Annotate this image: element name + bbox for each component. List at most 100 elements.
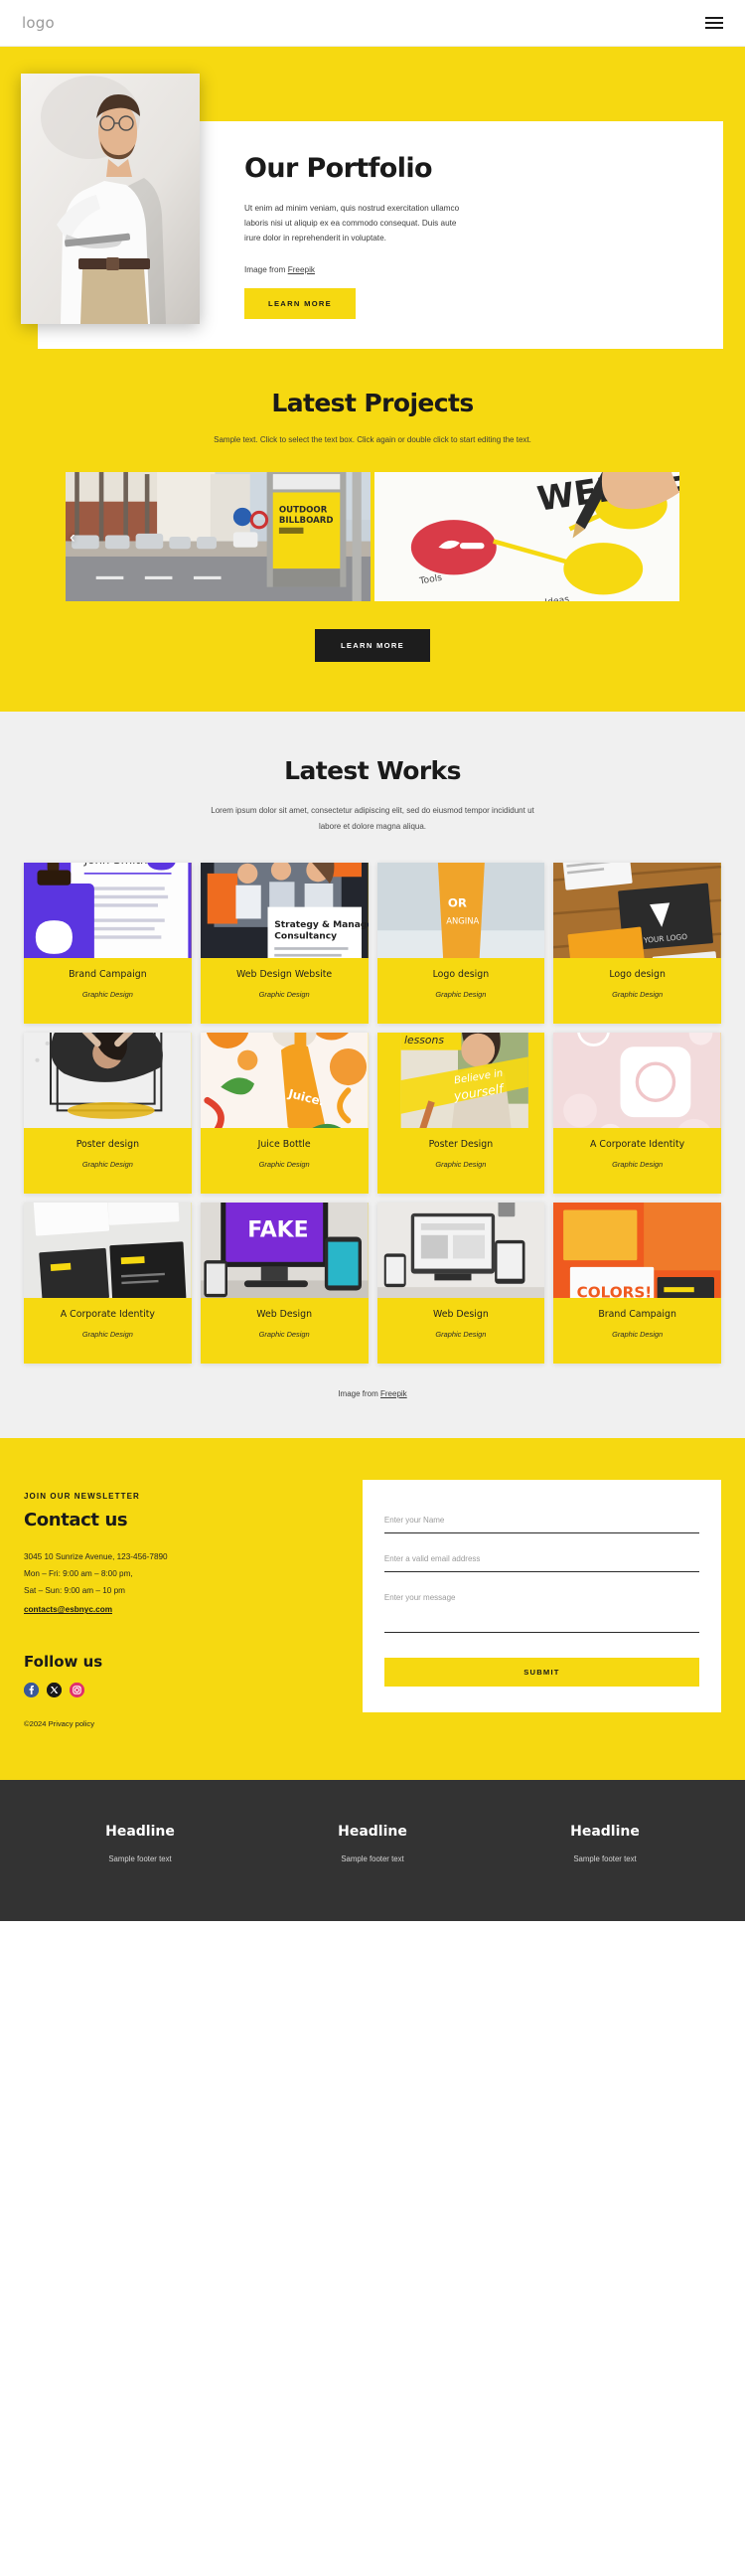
- work-card-body: Web Design Graphic Design: [377, 1298, 545, 1364]
- work-card-body: Logo design Graphic Design: [553, 958, 721, 1024]
- work-card[interactable]: MUSIC Poster design Graphic Design: [24, 1032, 192, 1194]
- hamburger-menu-icon[interactable]: [705, 14, 723, 32]
- credit-link[interactable]: Freepik: [288, 265, 315, 274]
- work-card-body: Web Design Website Graphic Design: [201, 958, 369, 1024]
- work-thumbnail: COLORS! ORS!: [553, 1202, 721, 1298]
- contact-info: JOIN OUR NEWSLETTER Contact us 3045 10 S…: [24, 1480, 345, 1729]
- work-card-title: Web Design: [432, 1308, 489, 1320]
- work-card-title: Poster design: [75, 1138, 140, 1150]
- svg-text:Consultancy: Consultancy: [274, 931, 337, 941]
- work-card-body: A Corporate Identity Graphic Design: [553, 1128, 721, 1194]
- work-card-meta: Graphic Design: [612, 1330, 664, 1340]
- credit-prefix: Image from: [338, 1388, 380, 1398]
- work-thumbnail: Juice.: [200, 1032, 369, 1128]
- contact-hours-weekend: Sat – Sun: 9:00 am – 10 pm: [24, 1585, 125, 1595]
- work-card[interactable]: A Corporate Identity Graphic Design: [24, 1202, 192, 1364]
- svg-text:Strategy & Manageme: Strategy & Manageme: [274, 919, 369, 929]
- svg-text:OUTDOOR: OUTDOOR: [279, 505, 328, 515]
- work-card-body: Poster design Graphic Design: [24, 1128, 192, 1194]
- work-card-meta: Graphic Design: [258, 1160, 310, 1170]
- instagram-icon[interactable]: [70, 1683, 84, 1698]
- work-card-meta: Graphic Design: [612, 1160, 664, 1170]
- credit-link[interactable]: Freepik: [380, 1389, 407, 1398]
- work-card-meta: Graphic Design: [81, 1330, 133, 1340]
- email-input[interactable]: [383, 1547, 699, 1572]
- latest-projects-title: Latest Projects: [271, 388, 474, 417]
- projects-carousel: ‹ OUTDOOR BILLBOARD WEB Tools Ideas: [0, 471, 745, 601]
- work-card-title: Web Design Website: [236, 968, 333, 980]
- work-card-body: A Corporate Identity Graphic Design: [24, 1298, 192, 1364]
- footer-text: Sample footer text: [573, 1854, 637, 1864]
- message-input[interactable]: [383, 1586, 699, 1633]
- work-card-meta: Graphic Design: [81, 990, 133, 1000]
- footer-headline: Headline: [338, 1824, 407, 1841]
- latest-works-subtitle: Lorem ipsum dolor sit amet, consectetur …: [211, 805, 534, 831]
- work-thumbnail: John Smith Book Cover: [24, 862, 192, 958]
- work-card[interactable]: A Corporate Identity Graphic Design: [553, 1032, 721, 1194]
- contact-hours-weekday: Mon – Fri: 9:00 am – 8:00 pm,: [24, 1568, 133, 1578]
- copyright-text: ©2024 Privacy policy: [24, 1719, 95, 1729]
- work-card[interactable]: YOUR LOGO Logo design Graphic Design: [553, 862, 721, 1024]
- site-footer: Headline Sample footer text Headline Sam…: [0, 1780, 745, 1922]
- work-card[interactable]: FAKE Web Design Graphic Design: [200, 1202, 369, 1364]
- work-card[interactable]: OR ANGINA Logo design Graphic Design: [376, 862, 545, 1024]
- work-card-meta: Graphic Design: [81, 1160, 133, 1170]
- contact-email-link[interactable]: contacts@esbnyc.com: [24, 1605, 112, 1614]
- site-logo[interactable]: logo: [22, 14, 55, 32]
- work-card[interactable]: Web Design Graphic Design: [376, 1202, 545, 1364]
- hero-learn-more-button[interactable]: LEARN MORE: [244, 287, 357, 319]
- hero-portrait-image: [21, 74, 200, 324]
- work-card-body: Brand Campaign Graphic Design: [553, 1298, 721, 1364]
- newsletter-eyebrow: JOIN OUR NEWSLETTER: [24, 1491, 140, 1501]
- footer-headline: Headline: [570, 1824, 640, 1841]
- carousel-prev-arrow-icon[interactable]: ‹: [70, 528, 75, 545]
- contact-form: SUBMIT: [362, 1479, 721, 1712]
- projects-learn-more-button[interactable]: LEARN MORE: [314, 628, 431, 662]
- work-card[interactable]: Juice. Juice Bottle Graphic Design: [200, 1032, 369, 1194]
- footer-column: Headline Sample footer text: [24, 1824, 256, 1863]
- work-thumbnail: OR ANGINA: [376, 862, 545, 958]
- work-card-title: A Corporate Identity: [60, 1308, 155, 1320]
- work-card[interactable]: John Smith Book Cover Brand Campaign Gra…: [24, 862, 192, 1024]
- svg-text:John Smith: John Smith: [83, 863, 148, 867]
- work-card-body: Web Design Graphic Design: [201, 1298, 369, 1364]
- latest-works-section: Latest Works Lorem ipsum dolor sit amet,…: [0, 711, 745, 1438]
- work-card[interactable]: Strategy & Manageme Consultancy Web Desi…: [200, 862, 369, 1024]
- works-grid: John Smith Book Cover Brand Campaign Gra…: [0, 862, 745, 1364]
- work-thumbnail: Strategy & Manageme Consultancy: [200, 862, 369, 958]
- work-card-meta: Graphic Design: [435, 1160, 487, 1170]
- contact-section: JOIN OUR NEWSLETTER Contact us 3045 10 S…: [0, 1437, 745, 1781]
- work-thumbnail: [376, 1202, 545, 1298]
- hero-paragraph: Ut enim ad minim veniam, quis nostrud ex…: [244, 204, 460, 243]
- work-card-meta: Graphic Design: [258, 1330, 310, 1340]
- work-card-meta: Graphic Design: [435, 990, 487, 1000]
- svg-text:OR: OR: [447, 895, 466, 909]
- site-header: logo: [0, 0, 745, 47]
- hamburger-bar: [705, 22, 723, 24]
- svg-text:COLORS!: COLORS!: [577, 1283, 653, 1298]
- works-image-credit: Image from Freepik: [0, 1389, 745, 1398]
- hamburger-bar: [705, 27, 723, 29]
- footer-text: Sample footer text: [341, 1854, 404, 1864]
- name-input[interactable]: [383, 1509, 699, 1533]
- hero-image-credit: Image from Freepik: [244, 265, 463, 274]
- work-thumbnail: FAKE: [200, 1202, 369, 1298]
- facebook-icon[interactable]: [24, 1683, 39, 1698]
- work-thumbnail: Free Painting lessons Believe in yoursel…: [376, 1032, 545, 1128]
- carousel-slide[interactable]: OUTDOOR BILLBOARD: [66, 471, 371, 601]
- work-card[interactable]: Free Painting lessons Believe in yoursel…: [376, 1032, 545, 1194]
- work-card-title: Brand Campaign: [598, 1308, 676, 1320]
- work-card-title: Brand Campaign: [69, 968, 147, 980]
- hero-title: Our Portfolio: [244, 153, 433, 184]
- latest-projects-subtitle: Sample text. Click to select the text bo…: [214, 434, 531, 444]
- x-twitter-icon[interactable]: [47, 1683, 62, 1698]
- submit-button[interactable]: SUBMIT: [383, 1657, 699, 1687]
- work-card-title: Juice Bottle: [257, 1138, 311, 1150]
- work-card-title: Web Design: [256, 1308, 313, 1320]
- projects-button-wrap: LEARN MORE: [0, 628, 745, 662]
- work-card-title: Logo design: [432, 968, 490, 980]
- carousel-slide[interactable]: WEB DES Tools Ideas: [374, 471, 679, 601]
- work-card[interactable]: COLORS! ORS! Brand Campaign Graphic Desi…: [553, 1202, 721, 1364]
- work-card-title: Poster Design: [428, 1138, 494, 1150]
- svg-text:ANGINA: ANGINA: [446, 915, 479, 925]
